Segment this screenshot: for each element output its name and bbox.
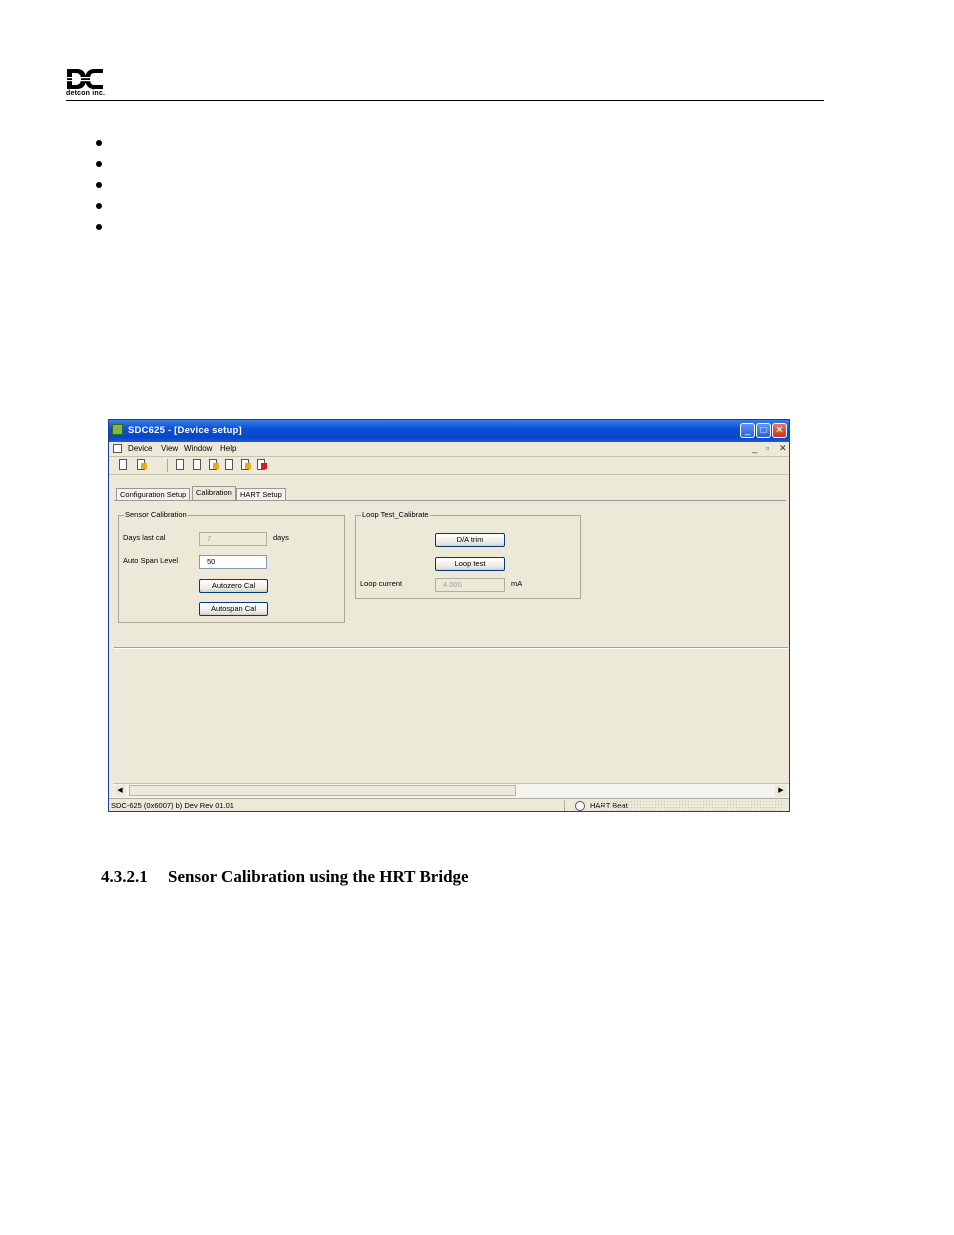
toolbar [109, 457, 789, 475]
tab-panel-border [114, 500, 786, 501]
app-icon [112, 424, 123, 435]
app-window: SDC625 - [Device setup] _ □ ✕ Device Vie… [108, 419, 790, 812]
refresh-icon[interactable] [208, 459, 220, 471]
menu-help[interactable]: Help [220, 444, 236, 453]
title-bar[interactable]: SDC625 - [Device setup] _ □ ✕ [109, 420, 789, 442]
mdi-restore-icon[interactable]: ▫ [766, 443, 769, 453]
scroll-left-icon[interactable]: ◀ [114, 785, 126, 797]
device-info-status: SDC-625 (0x6007) b) Dev Rev 01.01 [111, 801, 234, 810]
maximize-button[interactable]: □ [756, 423, 771, 438]
scroll-right-icon[interactable]: ▶ [775, 785, 787, 797]
sensor-calibration-group: Sensor Calibration Days last cal 7 days … [118, 510, 345, 623]
loop-current-field: 4.000 [435, 578, 505, 592]
new-icon[interactable] [118, 459, 130, 471]
mdi-close-icon[interactable]: ✕ [779, 443, 787, 454]
section-title: Sensor Calibration using the HRT Bridge [168, 867, 469, 886]
minimize-button[interactable]: _ [740, 423, 755, 438]
days-last-cal-field: 7 [199, 532, 267, 546]
mdi-minimize-icon[interactable]: _ [752, 443, 757, 453]
open-icon[interactable] [136, 459, 148, 471]
menu-bar: Device View Window Help _ ▫ ✕ [109, 442, 789, 457]
loop-test-group: Loop Test_Calibrate D/A trim Loop test L… [355, 510, 581, 599]
detcon-logo-mark [66, 69, 104, 89]
menu-device[interactable]: Device [128, 444, 152, 453]
scroll-thumb[interactable] [129, 785, 516, 796]
company-logo: detcon inc. [66, 68, 106, 100]
status-grip [597, 800, 783, 811]
write-icon[interactable] [192, 459, 204, 471]
print-icon[interactable] [224, 459, 236, 471]
group-title: Sensor Calibration [124, 510, 188, 519]
loop-test-button[interactable]: Loop test [435, 557, 505, 571]
export-icon[interactable] [240, 459, 252, 471]
header-rule [66, 100, 824, 101]
section-heading: 4.3.2.1 Sensor Calibration using the HRT … [101, 867, 469, 887]
logo-text: detcon inc. [66, 90, 106, 97]
section-number: 4.3.2.1 [101, 867, 148, 886]
tab-configuration-setup[interactable]: Configuration Setup [116, 488, 191, 500]
close-button[interactable]: ✕ [772, 423, 787, 438]
hart-beat-icon [575, 801, 585, 811]
menu-view[interactable]: View [161, 444, 178, 453]
toolbar-separator [167, 459, 168, 472]
window-title: SDC625 - [Device setup] [128, 425, 242, 436]
menu-window[interactable]: Window [184, 444, 212, 453]
autozero-cal-button[interactable]: Autozero Cal [199, 579, 268, 593]
da-trim-button[interactable]: D/A trim [435, 533, 505, 547]
days-unit-label: days [273, 533, 289, 542]
loop-current-unit: mA [511, 579, 523, 588]
loop-current-label: Loop current [360, 579, 403, 588]
auto-span-level-label: Auto Span Level [123, 556, 179, 565]
autospan-cal-button[interactable]: Autospan Cal [199, 602, 268, 616]
days-last-cal-label: Days last cal [123, 533, 166, 542]
document-icon[interactable] [113, 444, 122, 453]
horizontal-scrollbar[interactable]: ◀ ▶ [113, 783, 789, 798]
read-icon[interactable] [175, 459, 187, 471]
tab-hart-setup[interactable]: HART Setup [236, 488, 286, 500]
status-bar: SDC-625 (0x6007) b) Dev Rev 01.01 HART B… [109, 798, 789, 812]
group-title: Loop Test_Calibrate [361, 510, 430, 519]
tab-calibration[interactable]: Calibration [192, 486, 236, 501]
stop-icon[interactable] [256, 459, 268, 471]
auto-span-level-input[interactable]: 50 [199, 555, 267, 569]
